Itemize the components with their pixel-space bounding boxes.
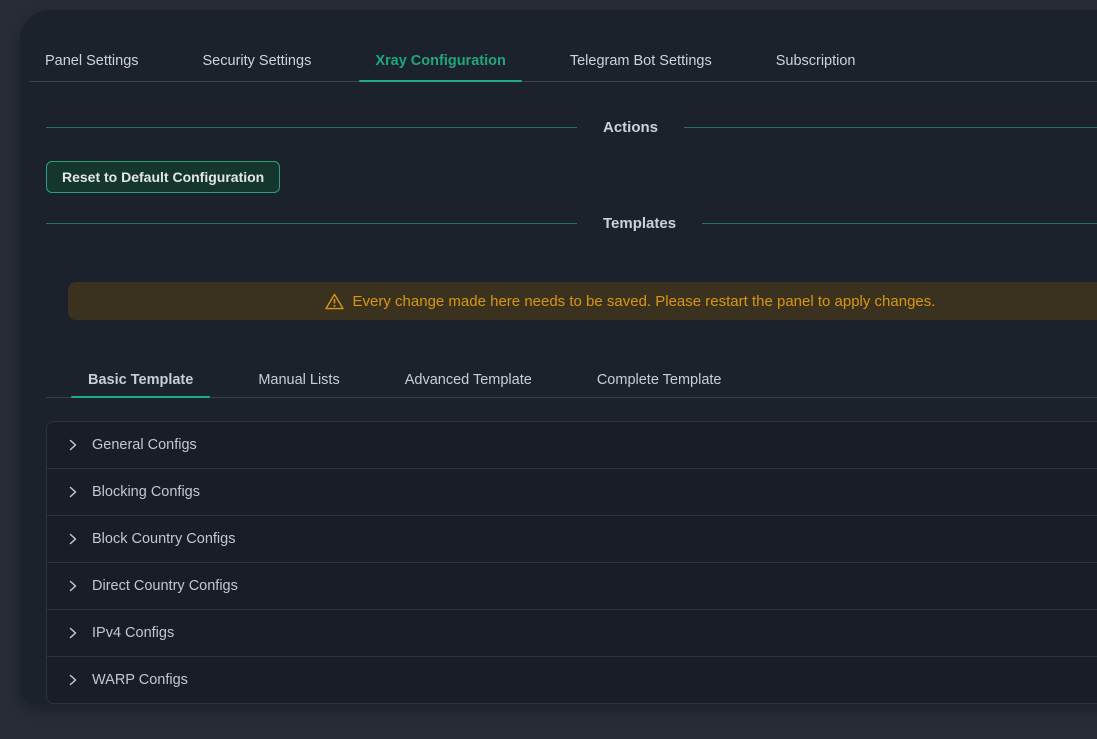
templates-divider: Templates xyxy=(46,212,1097,234)
collapse-item-ipv4-configs[interactable]: IPv4 Configs xyxy=(47,610,1097,657)
collapse-item-label: WARP Configs xyxy=(92,672,188,688)
tab-basic-template[interactable]: Basic Template xyxy=(71,362,210,397)
collapse-item-block-country-configs[interactable]: Block Country Configs xyxy=(47,516,1097,563)
divider-line xyxy=(46,223,577,224)
tab-panel-settings[interactable]: Panel Settings xyxy=(29,40,155,81)
divider-line xyxy=(702,223,1097,224)
collapse-item-label: General Configs xyxy=(92,437,197,453)
collapse-item-label: Block Country Configs xyxy=(92,531,235,547)
chevron-right-icon xyxy=(67,533,79,545)
tab-telegram-bot-settings[interactable]: Telegram Bot Settings xyxy=(554,40,728,81)
divider-line xyxy=(684,127,1097,128)
warning-banner: Every change made here needs to be saved… xyxy=(68,282,1097,320)
tab-manual-lists[interactable]: Manual Lists xyxy=(241,362,356,397)
collapse-item-label: Blocking Configs xyxy=(92,484,200,500)
collapse-item-general-configs[interactable]: General Configs xyxy=(47,422,1097,469)
chevron-right-icon xyxy=(67,439,79,451)
warning-icon xyxy=(325,293,344,310)
tab-subscription[interactable]: Subscription xyxy=(760,40,872,81)
divider-line xyxy=(46,127,577,128)
collapse-item-label: IPv4 Configs xyxy=(92,625,174,641)
reset-to-default-button[interactable]: Reset to Default Configuration xyxy=(46,161,280,193)
chevron-right-icon xyxy=(67,486,79,498)
chevron-right-icon xyxy=(67,674,79,686)
collapse-item-label: Direct Country Configs xyxy=(92,578,238,594)
warning-text: Every change made here needs to be saved… xyxy=(353,293,936,310)
tab-advanced-template[interactable]: Advanced Template xyxy=(388,362,549,397)
collapse-item-direct-country-configs[interactable]: Direct Country Configs xyxy=(47,563,1097,610)
tab-xray-configuration[interactable]: Xray Configuration xyxy=(359,40,522,81)
tab-security-settings[interactable]: Security Settings xyxy=(187,40,328,81)
actions-section-title: Actions xyxy=(603,119,658,136)
collapse-item-blocking-configs[interactable]: Blocking Configs xyxy=(47,469,1097,516)
config-collapse-list: General Configs Blocking Configs Block C… xyxy=(46,421,1097,704)
settings-card: Panel Settings Security Settings Xray Co… xyxy=(20,10,1097,703)
template-tab-bar: Basic Template Manual Lists Advanced Tem… xyxy=(46,362,1097,398)
tab-complete-template[interactable]: Complete Template xyxy=(580,362,739,397)
actions-divider: Actions xyxy=(46,116,1097,138)
main-tab-bar: Panel Settings Security Settings Xray Co… xyxy=(29,40,1097,82)
collapse-item-warp-configs[interactable]: WARP Configs xyxy=(47,657,1097,703)
chevron-right-icon xyxy=(67,580,79,592)
templates-section-title: Templates xyxy=(603,215,676,232)
chevron-right-icon xyxy=(67,627,79,639)
